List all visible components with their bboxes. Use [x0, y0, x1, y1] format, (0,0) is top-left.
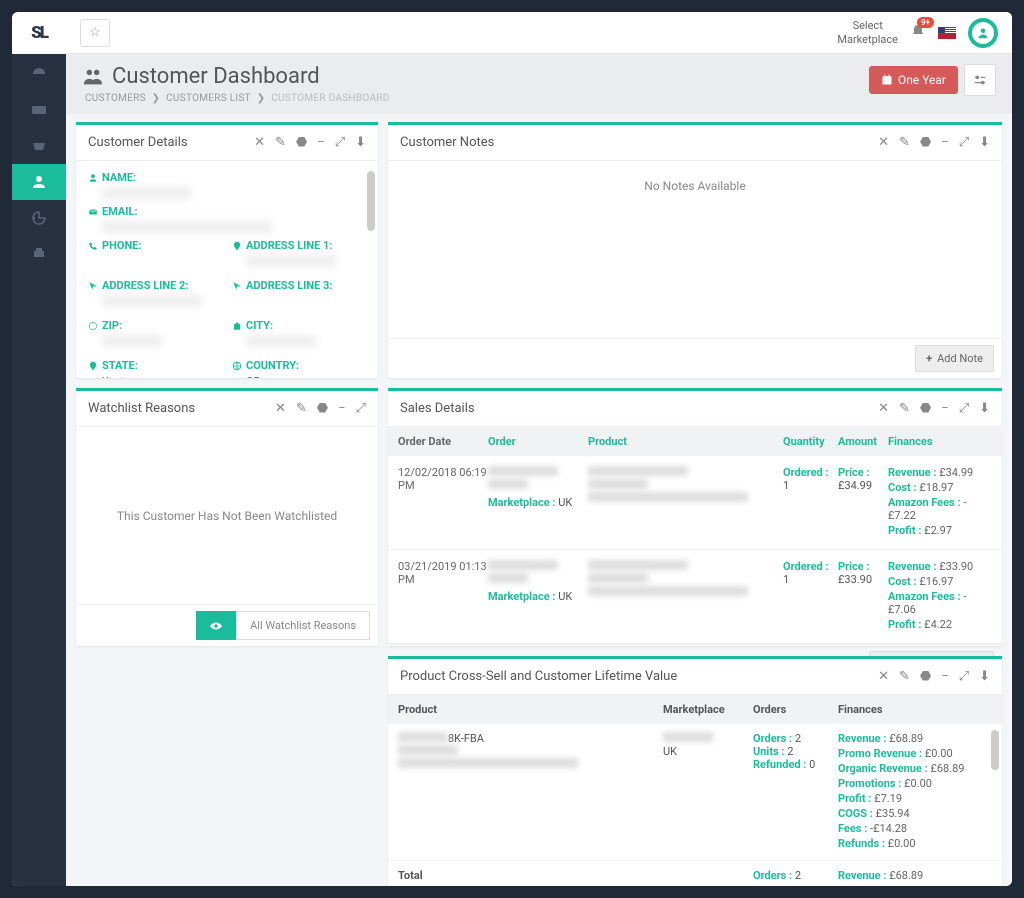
panel-title: Customer Notes — [400, 135, 494, 150]
panel-title: Watchlist Reasons — [88, 401, 195, 416]
drop-icon[interactable]: ⬣ — [920, 401, 931, 416]
cross-sell-panel: Product Cross-Sell and Customer Lifetime… — [388, 656, 1002, 886]
one-year-button[interactable]: One Year — [869, 66, 958, 94]
drop-icon[interactable]: ⬣ — [920, 669, 931, 684]
logo[interactable]: SL — [12, 12, 66, 54]
panel-tools: ✕ ✎ ⬣ − ⤢ ⬇ — [254, 135, 366, 150]
order-date: 03/21/2019 01:13 PM — [398, 560, 488, 586]
nav-basket-icon[interactable] — [12, 128, 66, 164]
edit-icon[interactable]: ✎ — [296, 401, 307, 416]
panel-title: Product Cross-Sell and Customer Lifetime… — [400, 669, 677, 684]
customer-details-panel: Customer Details ✕ ✎ ⬣ − ⤢ ⬇ NAME: EMAIL… — [76, 122, 378, 378]
page-title: Customer Dashboard — [82, 64, 393, 89]
expand-icon[interactable]: ⤢ — [959, 669, 969, 684]
minimize-icon[interactable]: − — [317, 135, 324, 150]
close-icon[interactable]: ✕ — [878, 669, 889, 684]
close-icon[interactable]: ✕ — [275, 401, 286, 416]
edit-icon[interactable]: ✎ — [899, 401, 910, 416]
minimize-icon[interactable]: − — [941, 135, 948, 150]
cross-row: Total Orders : 2 Revenue : £68.89Promo R… — [388, 861, 1002, 886]
close-icon[interactable]: ✕ — [254, 135, 265, 150]
expand-icon[interactable]: ⤢ — [959, 401, 969, 416]
edit-icon[interactable]: ✎ — [899, 135, 910, 150]
notifications-icon[interactable]: 9+ — [910, 23, 926, 43]
notification-badge: 9+ — [917, 17, 934, 28]
select-marketplace[interactable]: Select Marketplace — [837, 19, 898, 45]
panel-title: Customer Details — [88, 135, 188, 150]
sales-row: 12/02/2018 06:19 PM Marketplace : UK Ord… — [388, 456, 1002, 550]
close-icon[interactable]: ✕ — [878, 135, 889, 150]
flag-us-icon[interactable] — [938, 27, 956, 39]
expand-icon[interactable]: ⤢ — [959, 135, 969, 150]
watchlist-panel: Watchlist Reasons ✕ ✎ ⬣ − ⤢ This Custome… — [76, 388, 378, 646]
customer-notes-panel: Customer Notes ✕ ✎ ⬣ − ⤢ ⬇ No Notes Avai… — [388, 122, 1002, 378]
cross-table-header: Product Marketplace Orders Finances — [388, 695, 1002, 724]
cross-row: 8K-FBA UK Orders : 2Units : 2Refunded : … — [388, 724, 1002, 861]
breadcrumb: CUSTOMERS ❯ CUSTOMERS LIST ❯ CUSTOMER DA… — [82, 93, 393, 104]
minimize-icon[interactable]: − — [941, 401, 948, 416]
notes-empty: No Notes Available — [388, 161, 1002, 338]
download-icon[interactable]: ⬇ — [979, 135, 990, 150]
topbar: ☆ Select Marketplace 9+ — [66, 12, 1012, 54]
favorite-button[interactable]: ☆ — [80, 19, 110, 47]
country-value: GB — [246, 375, 366, 378]
nav-grid-icon[interactable] — [12, 92, 66, 128]
expand-icon[interactable]: ⤢ — [335, 135, 345, 150]
close-icon[interactable]: ✕ — [878, 401, 889, 416]
edit-icon[interactable]: ✎ — [899, 669, 910, 684]
scrollbar[interactable] — [367, 171, 375, 231]
user-avatar[interactable] — [968, 18, 998, 48]
expand-icon[interactable]: ⤢ — [356, 401, 366, 416]
nav-dashboard-icon[interactable] — [12, 56, 66, 92]
drop-icon[interactable]: ⬣ — [920, 135, 931, 150]
download-icon[interactable]: ⬇ — [979, 401, 990, 416]
scrollbar[interactable] — [991, 730, 999, 770]
page-header: Customer Dashboard CUSTOMERS ❯ CUSTOMERS… — [66, 54, 1012, 114]
settings-icon[interactable] — [964, 64, 996, 96]
sales-table-header: Order Date Order Product Quantity Amount… — [388, 427, 1002, 456]
drop-icon[interactable]: ⬣ — [296, 135, 307, 150]
watchlist-empty: This Customer Has Not Been Watchlisted — [76, 427, 378, 604]
download-icon[interactable]: ⬇ — [355, 135, 366, 150]
drop-icon[interactable]: ⬣ — [317, 401, 328, 416]
sales-row: 03/21/2019 01:13 PM Marketplace : UK Ord… — [388, 550, 1002, 644]
add-note-button[interactable]: +Add Note — [915, 345, 994, 372]
nav-print-icon[interactable] — [12, 236, 66, 272]
edit-icon[interactable]: ✎ — [275, 135, 286, 150]
all-watchlist-button[interactable]: All Watchlist Reasons — [196, 611, 370, 640]
sidebar: SL — [12, 12, 66, 886]
nav-customers-icon[interactable] — [12, 164, 66, 200]
order-date: 12/02/2018 06:19 PM — [398, 466, 488, 492]
minimize-icon[interactable]: − — [941, 669, 948, 684]
panel-title: Sales Details — [400, 401, 475, 416]
download-icon[interactable]: ⬇ — [979, 669, 990, 684]
nav-history-icon[interactable] — [12, 200, 66, 236]
sales-details-panel: Sales Details ✕ ✎ ⬣ − ⤢ ⬇ Order Date Ord… — [388, 388, 1002, 646]
state-value: Kent — [102, 375, 222, 378]
minimize-icon[interactable]: − — [338, 401, 345, 416]
